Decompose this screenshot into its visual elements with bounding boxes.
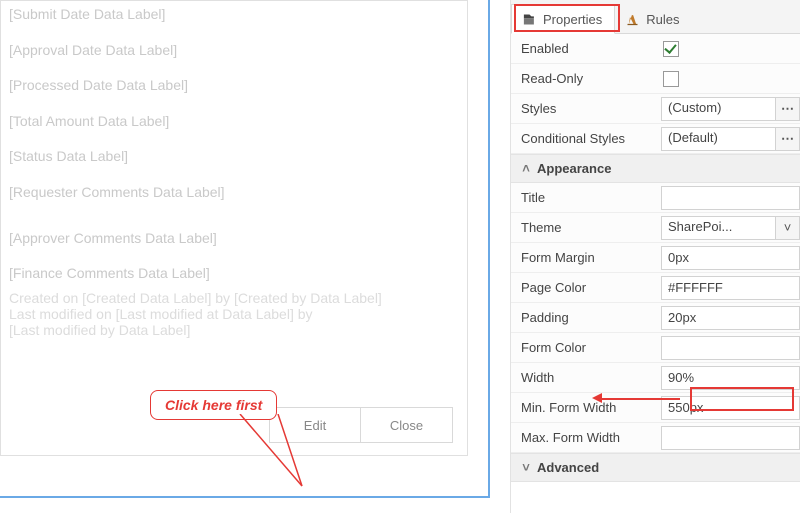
meta-label: [Last modified at Data Label] <box>116 306 294 322</box>
data-label[interactable]: [Submit Date Data Label] <box>9 5 459 25</box>
meta-label: [Created by Data Label] <box>234 290 382 306</box>
page-color-input[interactable] <box>661 276 800 300</box>
section-appearance: Title Theme SharePoi... ˅ Form Margin Pa… <box>511 183 800 453</box>
prop-label: Read-Only <box>511 71 661 86</box>
data-label[interactable]: [Approval Date Data Label] <box>9 41 459 61</box>
prop-row-padding: Padding <box>511 303 800 333</box>
prop-label: Form Color <box>511 340 661 355</box>
chevron-down-icon: ˅ <box>519 460 533 475</box>
data-labels-list: [Submit Date Data Label] [Approval Date … <box>9 5 459 284</box>
chevron-up-icon: ˄ <box>519 161 533 176</box>
arrow-head-icon <box>592 393 602 403</box>
properties-panel: Properties Rules Enabled Read-Only Style… <box>510 0 800 513</box>
prop-label: Conditional Styles <box>511 131 661 146</box>
form-body[interactable]: [Submit Date Data Label] [Approval Date … <box>0 0 468 456</box>
prop-label: Theme <box>511 220 661 235</box>
properties-icon <box>522 12 537 27</box>
chevron-down-icon[interactable]: ˅ <box>776 216 800 240</box>
enabled-checkbox[interactable] <box>663 41 679 57</box>
form-color-input[interactable] <box>661 336 800 360</box>
section-general: Enabled Read-Only Styles (Custom) ⋯ Cond… <box>511 34 800 154</box>
meta-label: [Last modified by Data Label] <box>9 322 459 338</box>
prop-label: Form Margin <box>511 250 661 265</box>
prop-label: Padding <box>511 310 661 325</box>
tab-label: Rules <box>646 12 679 27</box>
data-label[interactable]: [Approver Comments Data Label] <box>9 229 459 249</box>
close-button[interactable]: Close <box>361 407 453 443</box>
form-meta-text: Created on [Created Data Label] by [Crea… <box>9 290 459 338</box>
annotation-bubble: Click here first <box>150 390 277 420</box>
max-form-width-input[interactable] <box>661 426 800 450</box>
prop-row-readonly: Read-Only <box>511 64 800 94</box>
meta-text: Created on <box>9 290 82 306</box>
conditional-styles-ellipsis-button[interactable]: ⋯ <box>776 127 800 151</box>
prop-label: Styles <box>511 101 661 116</box>
tab-label: Properties <box>543 12 602 27</box>
meta-text: Last modified on <box>9 306 116 322</box>
prop-row-enabled: Enabled <box>511 34 800 64</box>
styles-value[interactable]: (Custom) <box>661 97 776 121</box>
panel-tabs: Properties Rules <box>511 0 800 34</box>
rules-icon <box>625 12 640 27</box>
title-input[interactable] <box>661 186 800 210</box>
prop-label: Enabled <box>511 41 661 56</box>
prop-row-theme: Theme SharePoi... ˅ <box>511 213 800 243</box>
tab-rules[interactable]: Rules <box>615 5 691 33</box>
edit-button[interactable]: Edit <box>269 407 361 443</box>
data-label[interactable]: [Finance Comments Data Label] <box>9 264 459 284</box>
prop-row-conditional-styles: Conditional Styles (Default) ⋯ <box>511 124 800 154</box>
section-title: Appearance <box>537 161 611 176</box>
annotation-arrow <box>600 398 680 400</box>
prop-row-title: Title <box>511 183 800 213</box>
section-header-advanced[interactable]: ˅ Advanced <box>511 453 800 482</box>
tab-properties[interactable]: Properties <box>511 4 615 34</box>
padding-input[interactable] <box>661 306 800 330</box>
prop-row-page-color: Page Color <box>511 273 800 303</box>
width-input[interactable] <box>661 366 800 390</box>
data-label[interactable]: [Total Amount Data Label] <box>9 112 459 132</box>
prop-row-max-form-width: Max. Form Width <box>511 423 800 453</box>
prop-label: Page Color <box>511 280 661 295</box>
meta-text: by <box>294 306 313 322</box>
section-title: Advanced <box>537 460 599 475</box>
meta-label: [Created Data Label] <box>82 290 211 306</box>
data-label[interactable]: [Requester Comments Data Label] <box>9 183 459 203</box>
prop-row-styles: Styles (Custom) ⋯ <box>511 94 800 124</box>
prop-row-form-margin: Form Margin <box>511 243 800 273</box>
readonly-checkbox[interactable] <box>663 71 679 87</box>
form-margin-input[interactable] <box>661 246 800 270</box>
data-label[interactable]: [Status Data Label] <box>9 147 459 167</box>
conditional-styles-value[interactable]: (Default) <box>661 127 776 151</box>
theme-select[interactable]: SharePoi... <box>661 216 776 240</box>
form-canvas-area[interactable]: [Submit Date Data Label] [Approval Date … <box>0 0 490 513</box>
prop-label: Min. Form Width <box>511 400 661 415</box>
prop-label: Width <box>511 370 661 385</box>
prop-label: Title <box>511 190 661 205</box>
meta-text: by <box>211 290 234 306</box>
prop-row-form-color: Form Color <box>511 333 800 363</box>
data-label[interactable]: [Processed Date Data Label] <box>9 76 459 96</box>
form-button-bar: Edit Close <box>269 407 453 443</box>
min-form-width-input[interactable] <box>661 396 800 420</box>
prop-row-width: Width <box>511 363 800 393</box>
styles-ellipsis-button[interactable]: ⋯ <box>776 97 800 121</box>
prop-label: Max. Form Width <box>511 430 661 445</box>
section-header-appearance[interactable]: ˄ Appearance <box>511 154 800 183</box>
